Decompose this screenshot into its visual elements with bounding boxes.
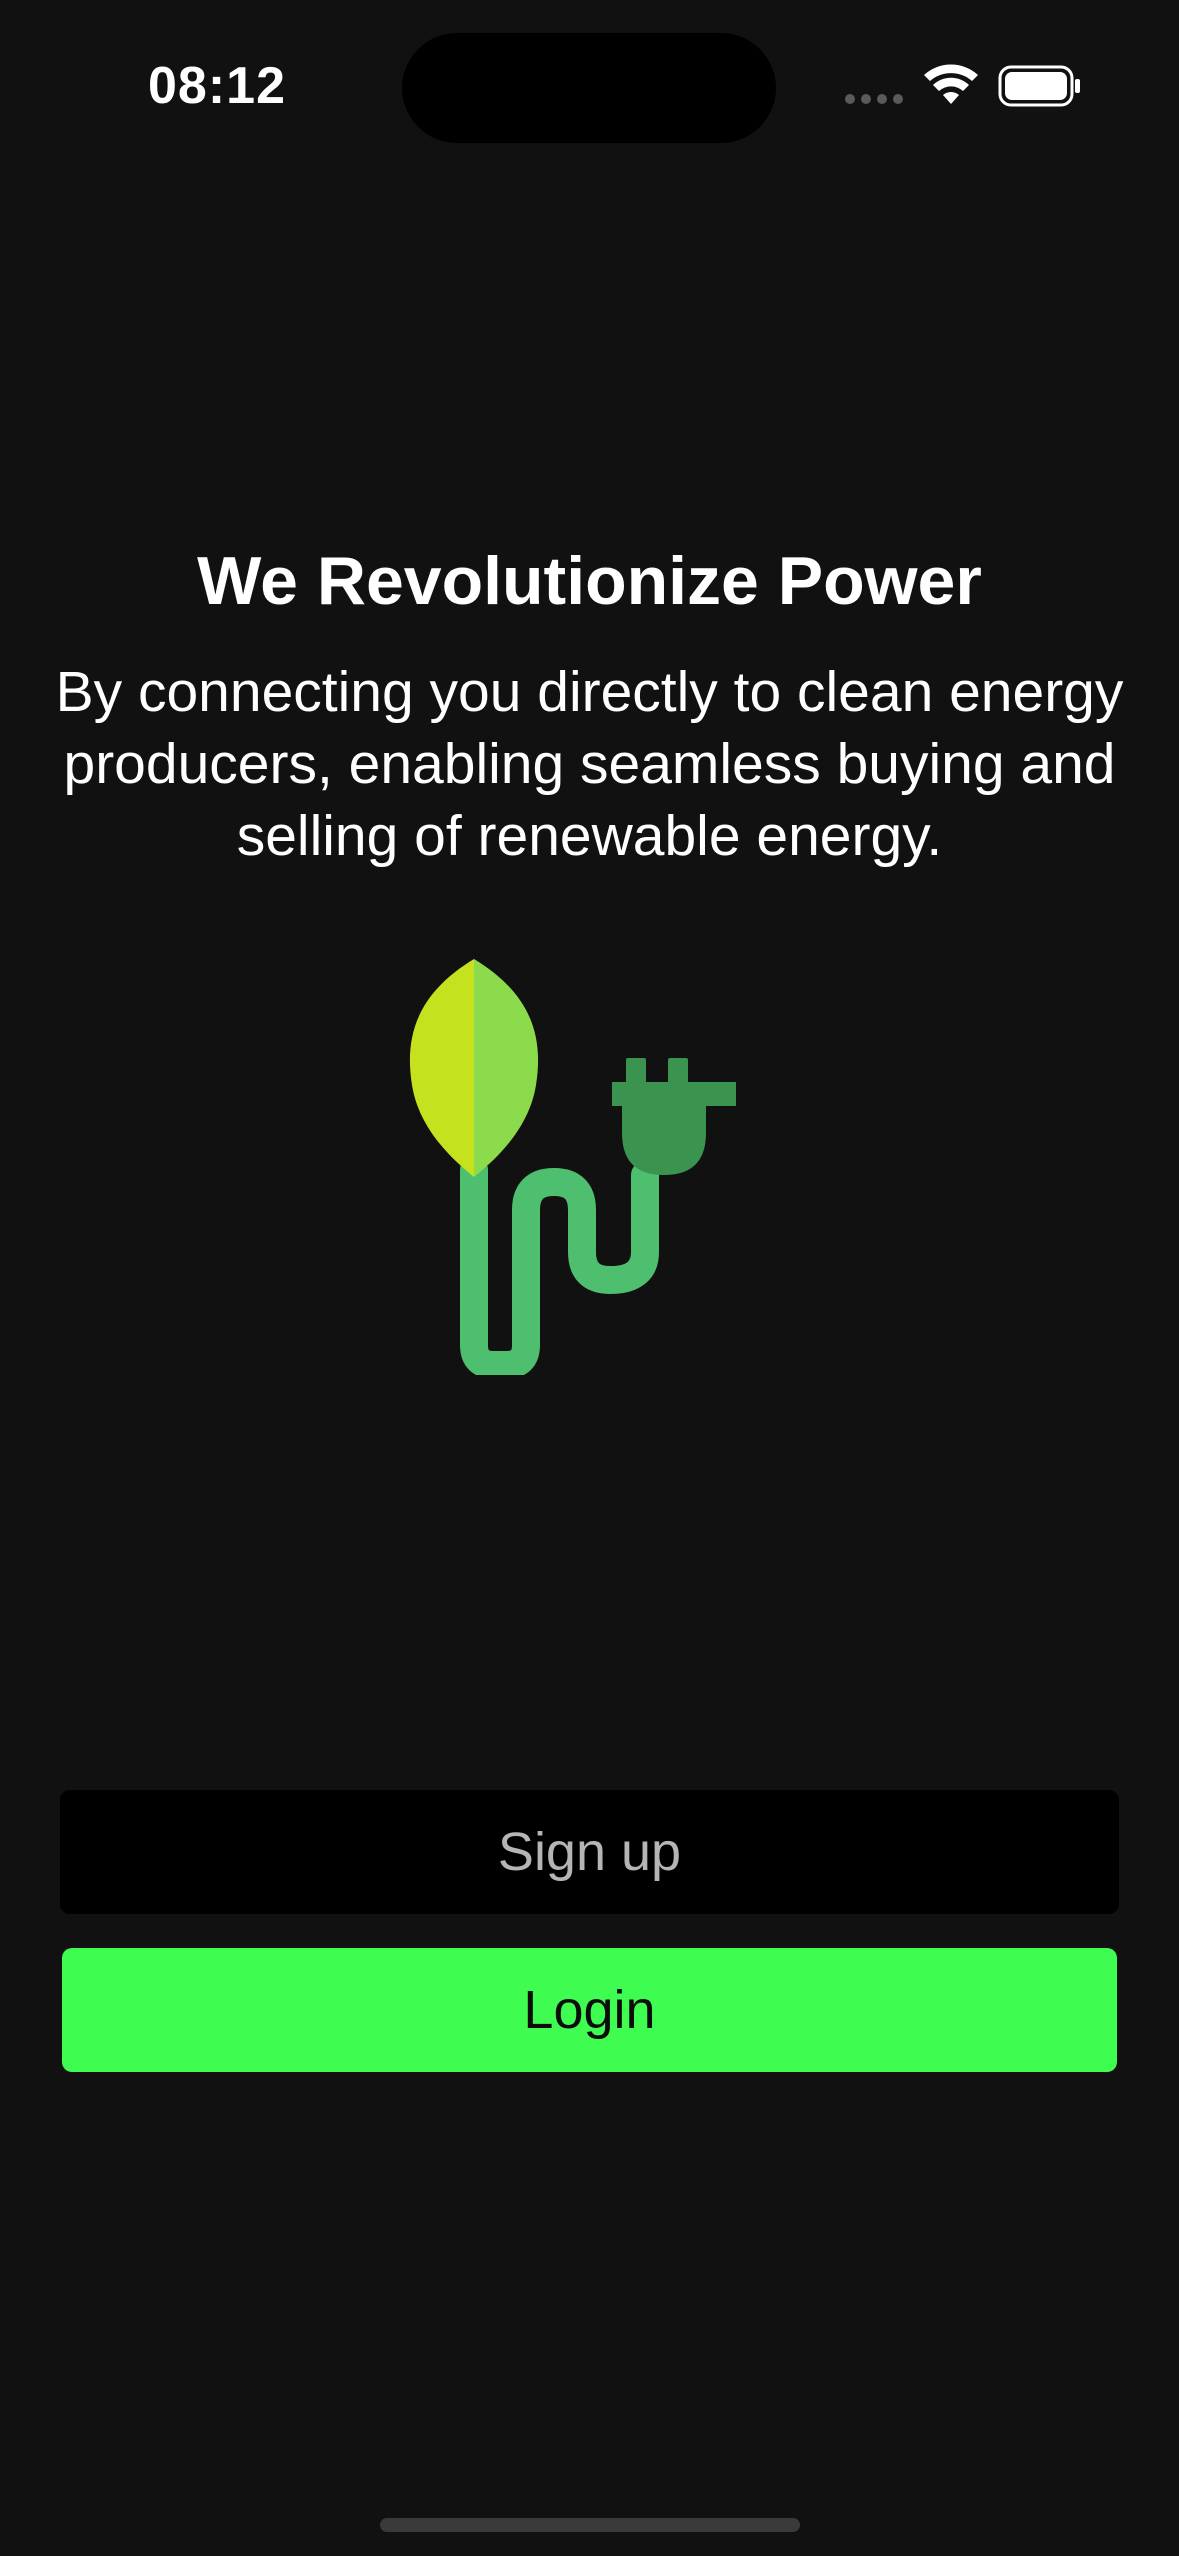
page-title: We Revolutionize Power (197, 543, 982, 619)
status-time: 08:12 (148, 57, 286, 115)
login-button[interactable]: Login (62, 1948, 1117, 2072)
dynamic-island (402, 33, 776, 143)
battery-icon (998, 65, 1080, 107)
sign-up-button[interactable]: Sign up (60, 1790, 1119, 1914)
page-subtitle: By connecting you directly to clean ener… (55, 660, 1124, 868)
wifi-icon (924, 64, 978, 104)
leaf-plug-icon (409, 959, 736, 1375)
home-indicator[interactable] (380, 2518, 800, 2532)
cellular-signal-icon (845, 94, 903, 104)
status-bar: 08:12 (0, 0, 1179, 180)
